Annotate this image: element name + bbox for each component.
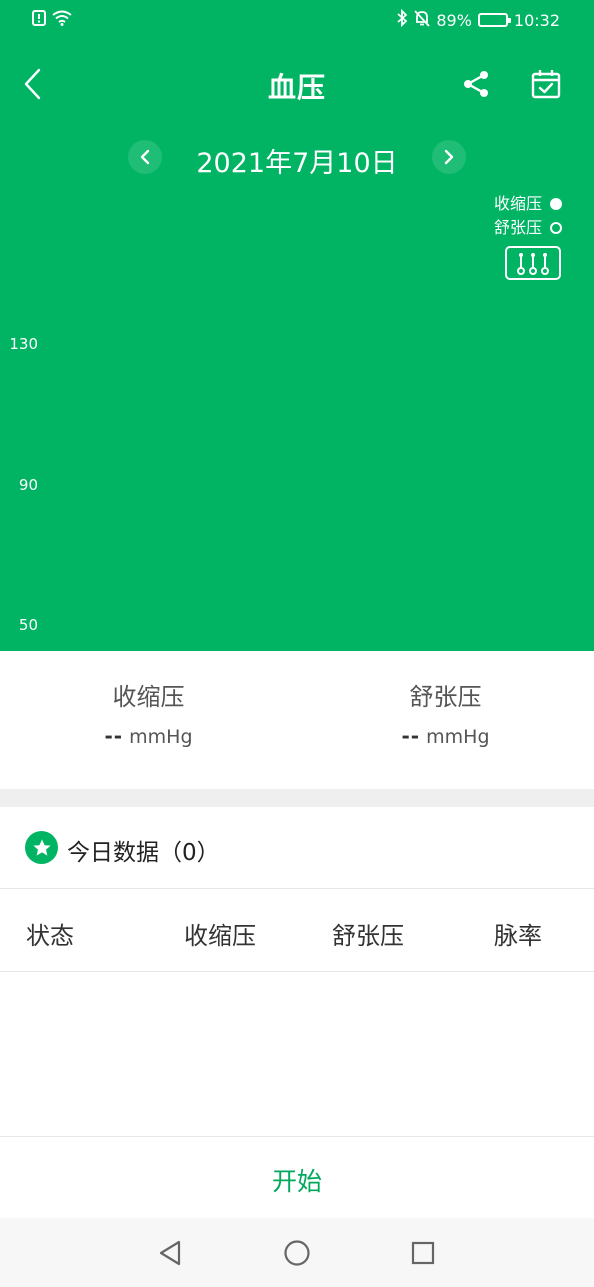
systolic-value-line: -- mmHg xyxy=(0,724,297,748)
filled-dot-icon xyxy=(550,198,562,210)
nav-home-icon[interactable] xyxy=(280,1236,314,1270)
status-bar: 89% 10:32 xyxy=(0,0,594,40)
clock: 10:32 xyxy=(513,10,560,30)
systolic-unit: mmHg xyxy=(129,726,193,748)
legend-diastolic: 舒张压 xyxy=(494,216,562,240)
section-divider xyxy=(0,789,594,807)
diastolic-label: 舒张压 xyxy=(409,683,482,711)
system-nav-bar xyxy=(0,1218,594,1287)
column-header-diastolic: 舒张压 xyxy=(332,922,404,950)
diastolic-value-line: -- mmHg xyxy=(297,724,594,748)
today-data-title: 今日数据（0） xyxy=(67,840,220,866)
star-icon xyxy=(25,831,58,864)
date-navigator: 2021年7月10日 xyxy=(0,138,594,180)
reading-summary: 收缩压 -- mmHg 舒张压 -- mmHg xyxy=(0,651,594,789)
chart-panel: 89% 10:32 血压 2021年7月10日 收缩压 舒张压 130 90 5… xyxy=(0,0,594,651)
battery-icon xyxy=(477,13,511,27)
page-title: 血压 xyxy=(267,71,326,104)
chart-legend: 收缩压 舒张压 xyxy=(494,192,562,240)
systolic-summary: 收缩压 -- mmHg xyxy=(0,677,297,748)
column-header-status: 状态 xyxy=(26,922,74,950)
systolic-label: 收缩压 xyxy=(112,683,185,711)
y-tick-label: 90 xyxy=(18,476,38,494)
diastolic-value: -- xyxy=(401,724,421,748)
diastolic-unit: mmHg xyxy=(426,726,490,748)
calendar-check-icon[interactable] xyxy=(526,64,566,104)
column-header-pulse: 脉率 xyxy=(494,922,542,950)
y-tick-label: 50 xyxy=(18,616,38,634)
diastolic-summary: 舒张压 -- mmHg xyxy=(297,677,594,748)
nav-recents-icon[interactable] xyxy=(406,1236,440,1270)
systolic-value: -- xyxy=(104,724,124,748)
sim-alert-icon xyxy=(32,10,46,30)
start-bar: 开始 xyxy=(0,1136,594,1218)
records-table-header: 状态 收缩压 舒张压 脉率 xyxy=(0,890,594,972)
nav-back-icon[interactable] xyxy=(153,1236,187,1270)
today-data-header: 今日数据（0） xyxy=(0,807,594,889)
start-button[interactable]: 开始 xyxy=(272,1162,322,1198)
y-tick-label: 130 xyxy=(9,335,38,353)
wifi-icon xyxy=(52,10,72,30)
share-icon[interactable] xyxy=(456,64,496,104)
header: 血压 xyxy=(0,58,594,110)
legend-systolic-label: 收缩压 xyxy=(493,194,542,213)
hollow-dot-icon xyxy=(550,222,562,234)
battery-percent: 89% xyxy=(436,10,472,30)
legend-systolic: 收缩压 xyxy=(494,192,562,216)
bell-off-icon xyxy=(414,9,430,31)
legend-diastolic-label: 舒张压 xyxy=(493,218,542,237)
sliders-icon[interactable] xyxy=(505,246,561,280)
chevron-right-icon[interactable] xyxy=(432,140,466,174)
current-date[interactable]: 2021年7月10日 xyxy=(0,141,594,180)
bluetooth-icon xyxy=(396,8,408,31)
column-header-systolic: 收缩压 xyxy=(184,922,256,950)
